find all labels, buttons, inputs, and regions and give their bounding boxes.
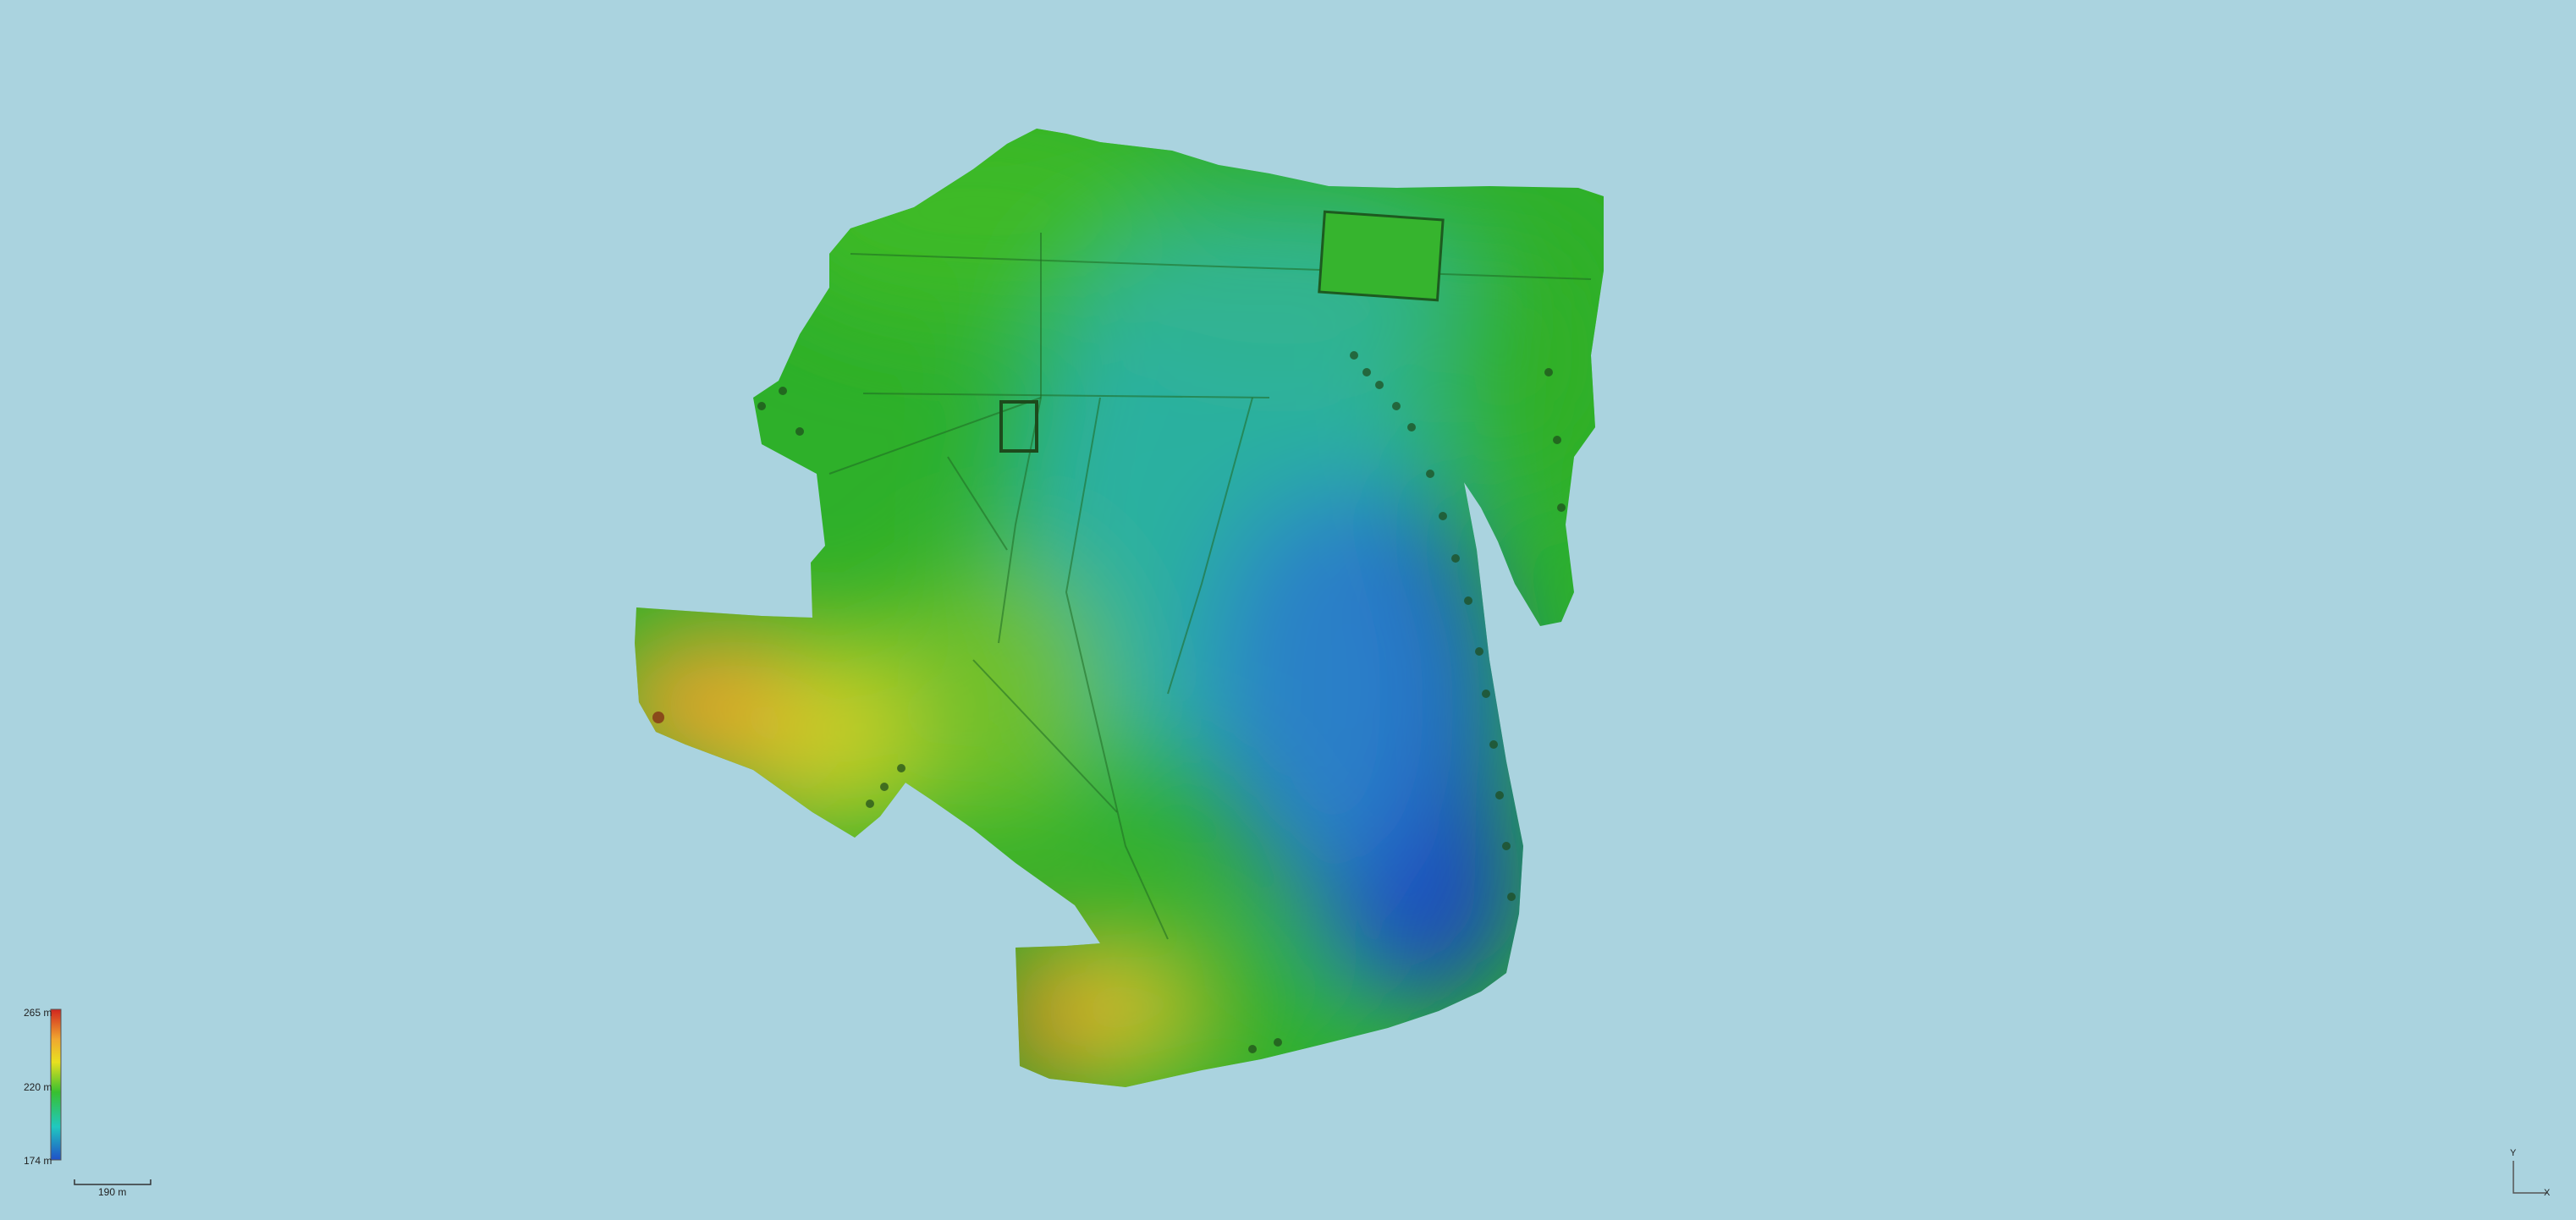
- legend-mid-label: 220 m: [24, 1081, 52, 1093]
- scale-bar-label: 190 m: [98, 1186, 127, 1198]
- axis-x-label: X: [2544, 1188, 2551, 1198]
- legend-panel: 265 m 220 m 174 m 190 m: [0, 998, 186, 1201]
- axis-indicator: [2513, 1161, 2547, 1194]
- legend-min-label: 174 m: [24, 1155, 52, 1167]
- legend-max-label: 265 m: [24, 1007, 52, 1019]
- map-viewport[interactable]: [0, 0, 2576, 1220]
- elevation-terrain[interactable]: [592, 85, 1650, 1142]
- axis-y-label: Y: [2510, 1148, 2517, 1158]
